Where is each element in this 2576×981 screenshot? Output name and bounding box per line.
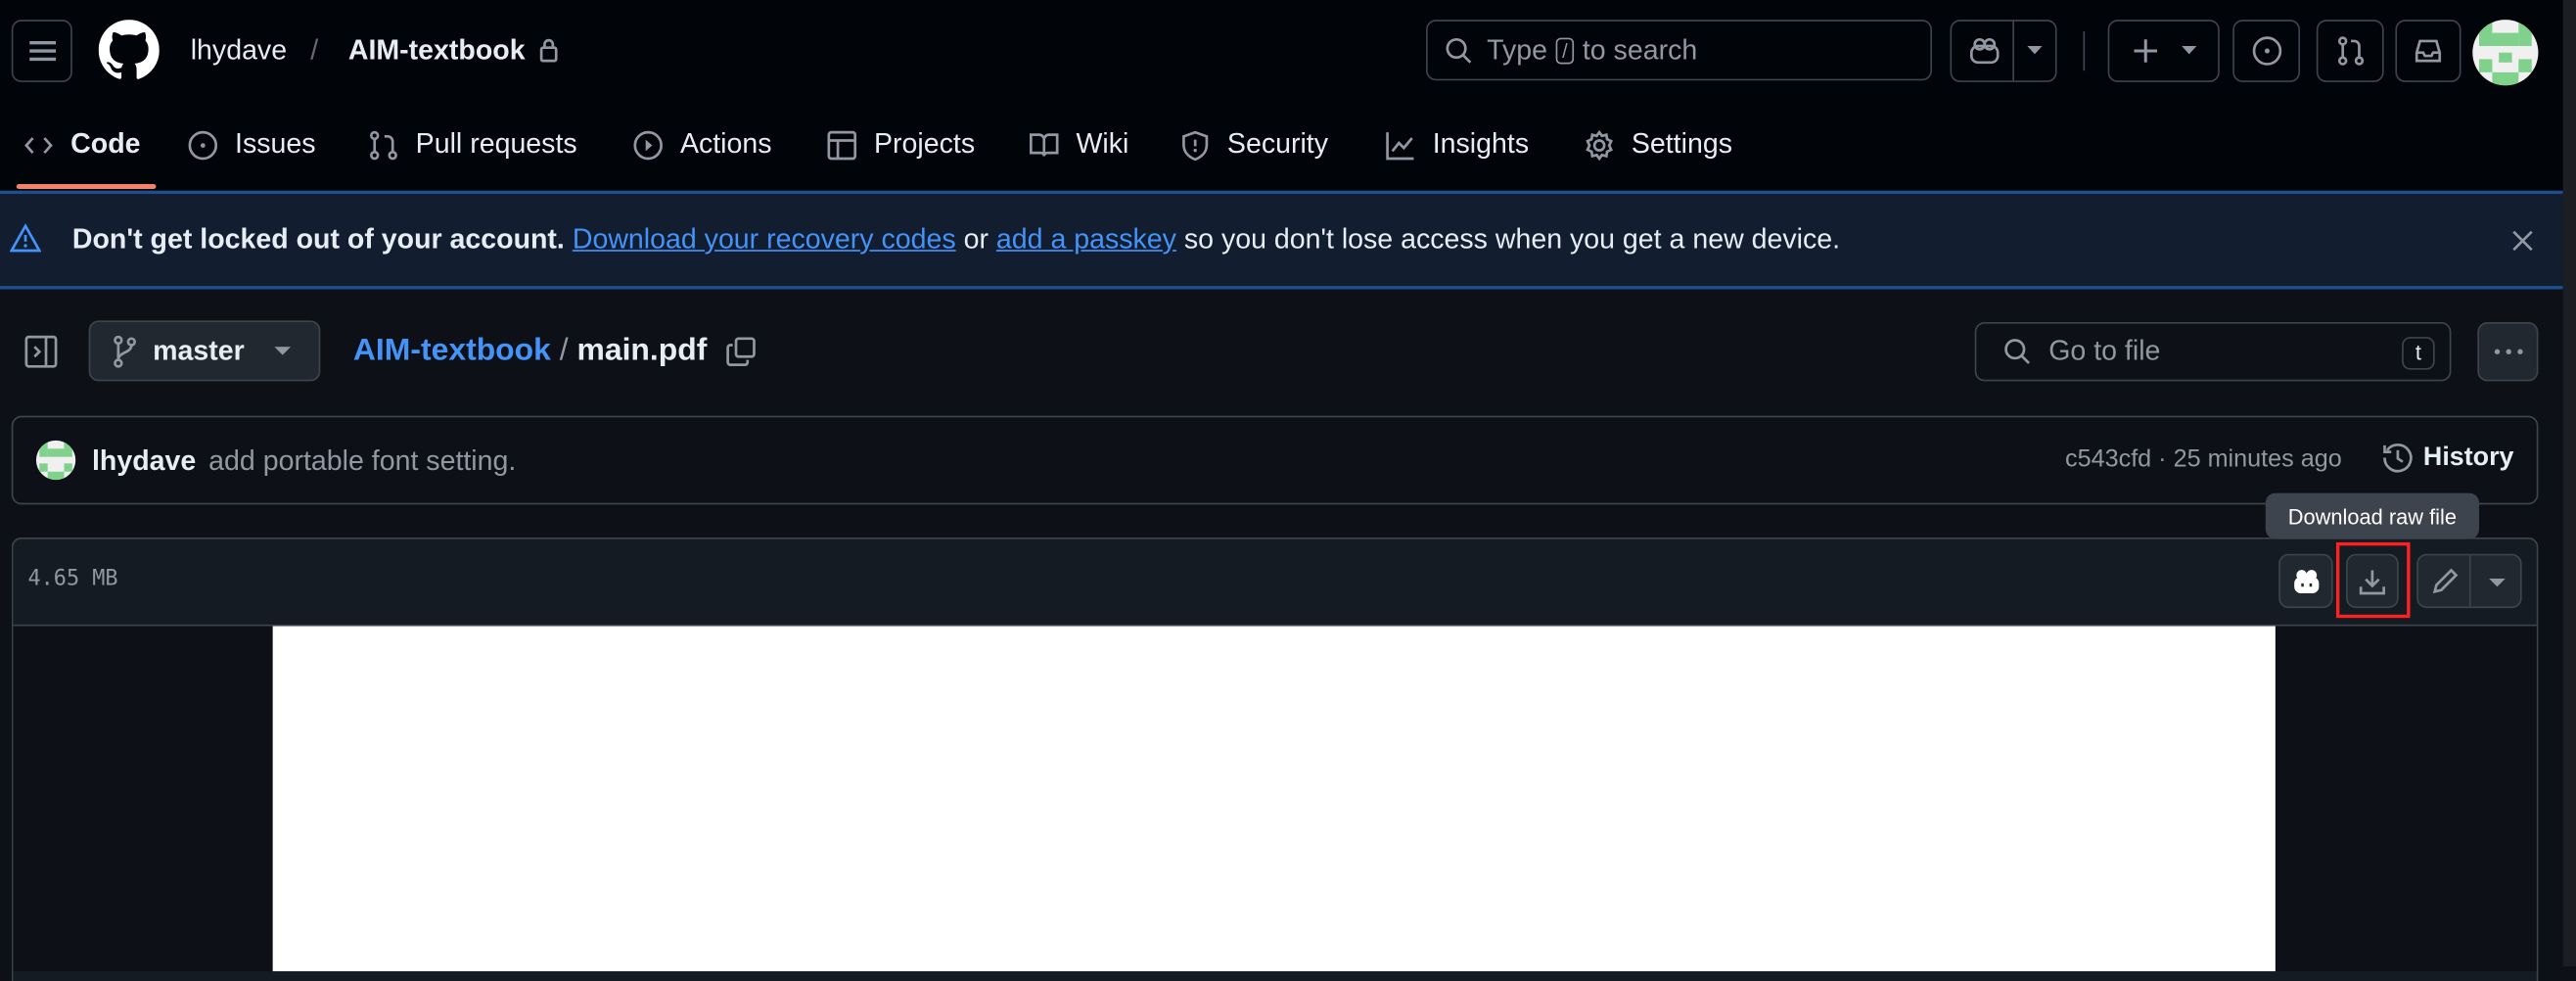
create-new-button[interactable]: [2107, 20, 2220, 82]
file-size: 4.65 MB: [27, 567, 118, 592]
tab-security[interactable]: Security: [1179, 121, 1328, 167]
tab-settings[interactable]: Settings: [1584, 121, 1732, 167]
avatar[interactable]: [2472, 20, 2539, 86]
breadcrumb-separator: /: [310, 34, 319, 67]
breadcrumb-separator: /: [559, 333, 569, 369]
commit-author-link[interactable]: lhydave: [92, 445, 196, 479]
alert-icon: [10, 223, 41, 253]
copilot-button[interactable]: [1950, 20, 2057, 82]
pull-request-icon: [370, 129, 397, 160]
banner-message: Don't get locked out of your account. Do…: [72, 223, 1840, 257]
tab-label: Actions: [679, 127, 772, 160]
graph-icon: [1386, 131, 1414, 160]
kebab-horizontal-icon: [2493, 349, 2522, 354]
tab-label: Issues: [235, 127, 316, 160]
tab-label: Pull requests: [415, 127, 577, 160]
chevron-down-icon: [2181, 46, 2196, 55]
copilot-icon: [1969, 37, 2000, 65]
commit-message-link[interactable]: add portable font setting.: [208, 445, 516, 479]
pdf-page: [272, 626, 2276, 972]
add-passkey-link[interactable]: add a passkey: [996, 223, 1176, 255]
banner-text: or: [963, 223, 989, 256]
chevron-down-icon: [273, 346, 291, 354]
menu-button[interactable]: [11, 20, 72, 82]
hamburger-icon: [28, 40, 56, 62]
issue-icon: [188, 129, 218, 160]
tab-insights[interactable]: Insights: [1385, 121, 1529, 167]
highlight-box: [2335, 541, 2411, 619]
history-label: History: [2422, 443, 2514, 471]
search-icon: [1446, 37, 1472, 63]
shortcut-key: t: [2402, 337, 2435, 370]
lock-icon: [539, 38, 558, 63]
tab-label: Insights: [1432, 127, 1530, 160]
author-avatar[interactable]: [35, 440, 76, 481]
copilot-icon: [2293, 570, 2319, 593]
active-tab-indicator: [16, 184, 157, 190]
git-branch-icon: [114, 334, 136, 367]
sidebar-toggle-icon[interactable]: [24, 335, 58, 368]
banner-text: so you don't lose access when you get a …: [1183, 223, 1841, 256]
banner-title: Don't get locked out of your account.: [71, 223, 565, 256]
search-input[interactable]: Type / to search: [1426, 20, 1933, 81]
copy-icon[interactable]: [726, 337, 756, 366]
issue-icon: [2251, 36, 2281, 66]
plus-icon: [2133, 39, 2157, 63]
tab-pull-requests[interactable]: Pull requests: [368, 121, 577, 167]
inbox-button[interactable]: [2395, 20, 2461, 82]
tab-label: Security: [1226, 127, 1329, 160]
tab-label: Code: [70, 127, 141, 160]
issues-button[interactable]: [2232, 20, 2301, 82]
tooltip: Download raw file: [2265, 492, 2480, 539]
file-name: main.pdf: [576, 333, 708, 369]
search-shortcut-key: /: [1555, 36, 1575, 64]
github-logo-icon[interactable]: [98, 20, 160, 80]
pencil-icon: [2432, 568, 2459, 594]
recovery-codes-link[interactable]: Download your recovery codes: [573, 223, 956, 255]
search-icon: [2004, 339, 2031, 364]
code-icon: [24, 136, 53, 154]
window-edge: [2562, 0, 2576, 967]
edit-file-button[interactable]: [2416, 553, 2522, 609]
identicon-icon: [39, 440, 72, 481]
go-to-file-input[interactable]: Go to file t: [1974, 322, 2452, 382]
copilot-ask-button[interactable]: [2278, 553, 2333, 609]
tab-wiki[interactable]: Wiki: [1029, 121, 1129, 167]
history-button[interactable]: History: [2382, 443, 2513, 474]
commit-sha-time[interactable]: c543cfd · 25 minutes ago: [2065, 445, 2342, 474]
gear-icon: [1586, 129, 1613, 161]
tab-label: Wiki: [1076, 127, 1129, 160]
divider: [2083, 30, 2086, 71]
chevron-down-icon[interactable]: [2489, 578, 2506, 588]
branch-selector[interactable]: master: [88, 320, 321, 382]
go-to-file-placeholder: Go to file: [2048, 335, 2161, 367]
tab-code[interactable]: Code: [23, 121, 141, 167]
tab-label: Settings: [1631, 127, 1732, 160]
search-placeholder: Type: [1487, 33, 1548, 66]
tab-projects[interactable]: Projects: [826, 121, 975, 167]
owner-link[interactable]: lhydave: [191, 34, 287, 68]
search-placeholder-suffix: to search: [1582, 33, 1698, 66]
more-options-button[interactable]: [2477, 322, 2539, 382]
chevron-down-icon[interactable]: [2027, 46, 2043, 56]
book-icon: [1029, 132, 1059, 156]
history-icon: [2383, 444, 2413, 473]
identicon-icon: [2479, 20, 2532, 86]
tab-actions[interactable]: Actions: [632, 121, 772, 167]
inbox-icon: [2415, 39, 2442, 63]
branch-name: master: [153, 334, 245, 366]
shield-icon: [1182, 129, 1209, 161]
repo-link[interactable]: AIM-textbook: [348, 34, 526, 68]
breadcrumb: AIM-textbook / main.pdf: [353, 334, 707, 370]
play-icon: [633, 129, 663, 160]
pull-request-icon: [2337, 36, 2364, 66]
pull-requests-button[interactable]: [2316, 20, 2384, 82]
breadcrumb-repo-link[interactable]: AIM-textbook: [353, 334, 551, 368]
table-icon: [827, 129, 857, 160]
close-icon[interactable]: [2512, 230, 2534, 252]
tab-issues[interactable]: Issues: [187, 121, 316, 167]
tab-label: Projects: [874, 127, 976, 160]
